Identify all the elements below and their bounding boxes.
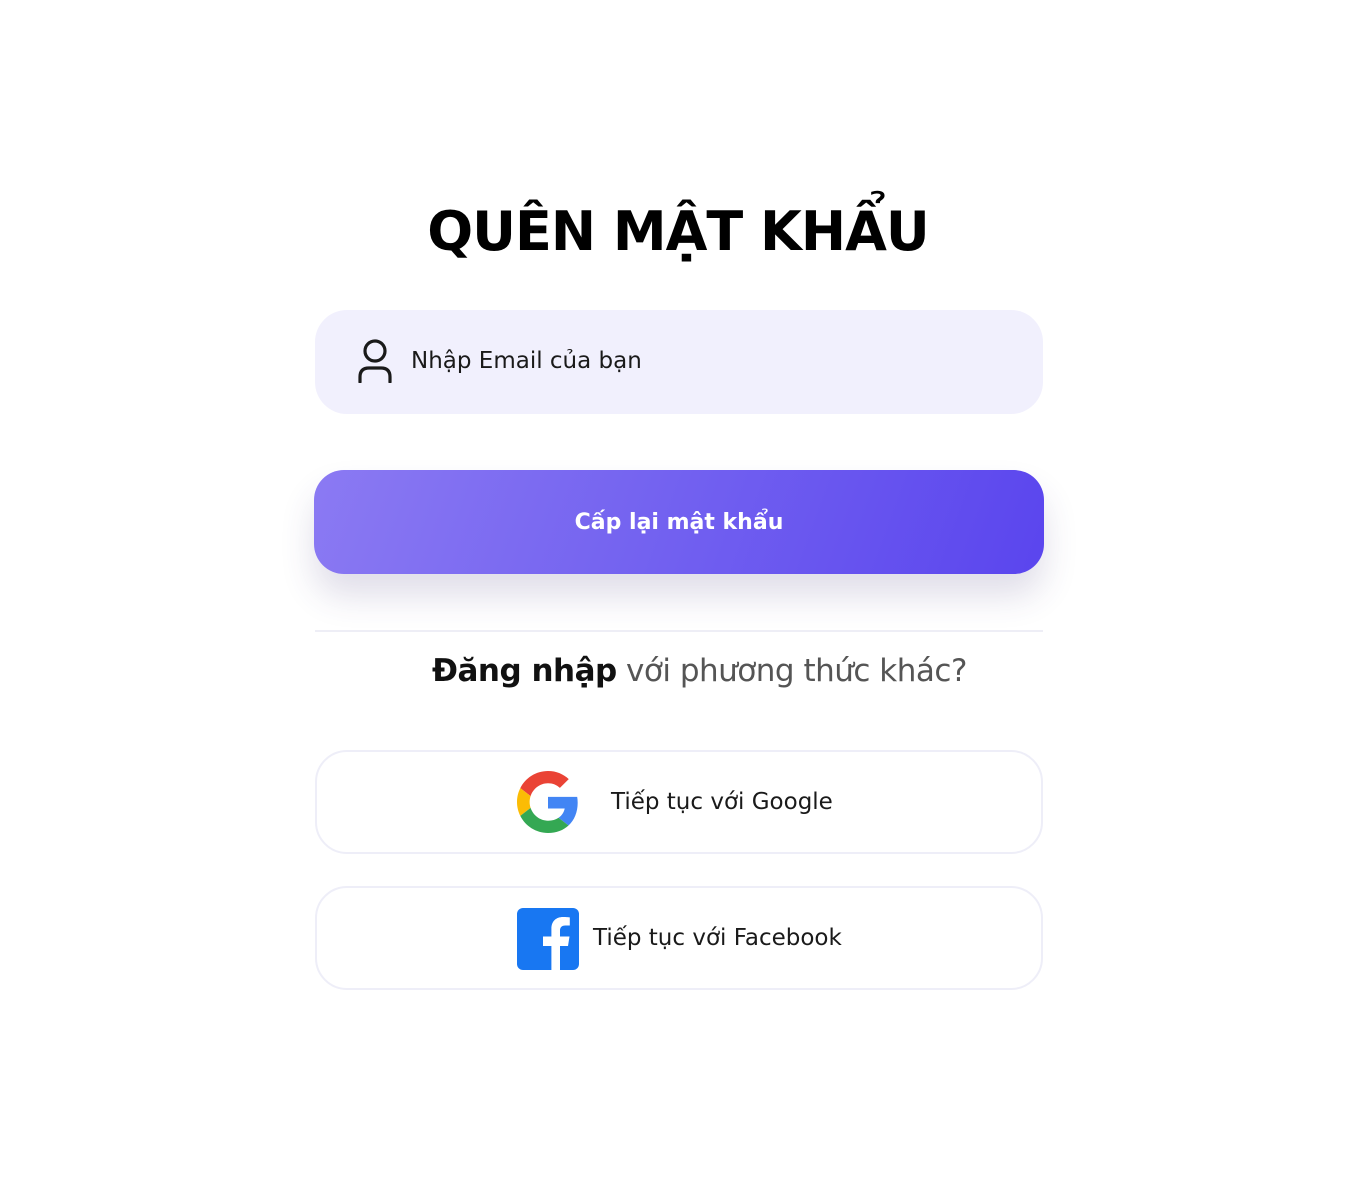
reset-password-button[interactable]: Cấp lại mật khẩu xyxy=(314,470,1044,574)
forgot-password-page: QUÊN MẬT KHẨU Cấp lại mật khẩu Đăng nhập… xyxy=(0,0,1364,1202)
facebook-login-button[interactable]: Tiếp tục với Facebook xyxy=(315,886,1043,990)
alternative-login-text: Đăng nhập với phương thức khác? xyxy=(432,648,967,694)
login-link[interactable]: Đăng nhập xyxy=(432,653,617,689)
facebook-icon xyxy=(517,908,579,970)
google-login-label: Tiếp tục với Google xyxy=(611,789,833,815)
user-icon xyxy=(358,339,392,383)
email-input[interactable] xyxy=(411,338,1011,384)
alternative-prompt: với phương thức khác? xyxy=(616,653,967,689)
google-icon xyxy=(517,771,578,833)
divider xyxy=(315,630,1043,632)
facebook-login-label: Tiếp tục với Facebook xyxy=(593,925,842,951)
google-login-button[interactable]: Tiếp tục với Google xyxy=(315,750,1043,854)
page-title: QUÊN MẬT KHẨU xyxy=(427,200,929,263)
